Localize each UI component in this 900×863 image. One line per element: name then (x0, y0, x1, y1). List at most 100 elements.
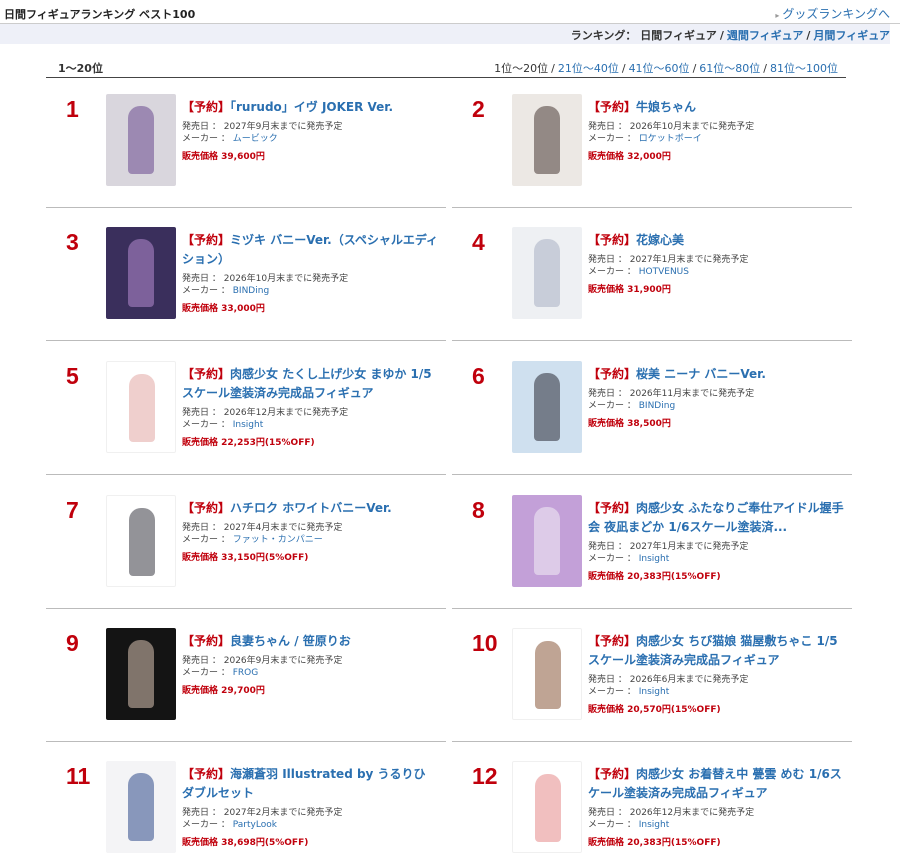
product-image[interactable] (512, 94, 582, 186)
price: 販売価格 32,000円 (588, 149, 846, 162)
maker-link[interactable]: FROG (233, 668, 259, 678)
product-image[interactable] (106, 361, 176, 453)
separator: / (719, 29, 724, 42)
maker: メーカー ： ファット・カンパニー (182, 534, 440, 546)
price: 販売価格 20,570円(15%OFF) (588, 702, 846, 715)
product-title-link[interactable]: 【予約】肉感少女 たくし上げ少女 まゆか 1/5スケール塗装済み完成品フィギュア (182, 367, 432, 400)
product-image[interactable] (512, 761, 582, 853)
product-title-link[interactable]: 【予約】ハチロク ホワイトバニーVer. (182, 501, 392, 515)
product-image[interactable] (106, 94, 176, 186)
maker-link[interactable]: BINDing (233, 286, 269, 296)
maker-link[interactable]: ムービック (233, 134, 278, 144)
price-label: 販売価格 (588, 705, 625, 715)
item-divider (452, 608, 852, 609)
reserve-tag: 【予約】 (588, 634, 637, 648)
price-value: 31,900円 (627, 285, 671, 295)
release-value: 2027年1月末までに発売予定 (629, 255, 749, 265)
reserve-tag: 【予約】 (182, 233, 231, 247)
item-divider (46, 340, 446, 341)
maker-link[interactable]: Insight (639, 687, 670, 697)
product-image[interactable] (512, 495, 582, 587)
pager-21-40[interactable]: 21位〜40位 (558, 62, 619, 75)
release-value: 2026年10月末までに発売予定 (629, 122, 755, 132)
product-meta: 発売日 ： 2026年11月末までに発売予定 メーカー ： BINDing (588, 388, 846, 412)
release-value: 2026年12月末までに発売予定 (223, 408, 349, 418)
product-meta: 発売日 ： 2027年1月末までに発売予定 メーカー ： HOTVENUS (588, 254, 846, 278)
maker-link[interactable]: ロケットボーイ (639, 134, 702, 144)
product-image[interactable] (106, 227, 176, 319)
ranking-item: 10 【予約】肉感少女 ちび猫娘 猫屋敷ちゃこ 1/5スケール塗装済み完成品フィ… (452, 614, 852, 742)
price-value: 22,253円(15%OFF) (221, 438, 315, 448)
product-title-link[interactable]: 【予約】肉感少女 ちび猫娘 猫屋敷ちゃこ 1/5スケール塗装済み完成品フィギュア (588, 634, 838, 667)
product-info: 【予約】肉感少女 ふたなりご奉仕アイドル握手会 夜凪まどか 1/6スケール塗装済… (588, 497, 846, 582)
product-image[interactable] (106, 761, 176, 853)
release-label: 発売日 ： (588, 675, 627, 685)
product-image[interactable] (512, 227, 582, 319)
product-meta: 発売日 ： 2027年1月末までに発売予定 メーカー ： Insight (588, 541, 846, 565)
maker-label: メーカー ： (182, 286, 230, 296)
item-divider (46, 474, 446, 475)
price-label: 販売価格 (182, 152, 219, 162)
item-divider (452, 340, 852, 341)
maker-link[interactable]: Insight (639, 554, 670, 564)
price-label: 販売価格 (588, 572, 625, 582)
product-title-link[interactable]: 【予約】肉感少女 ふたなりご奉仕アイドル握手会 夜凪まどか 1/6スケール塗装済… (588, 501, 844, 534)
price-value: 29,700円 (221, 686, 265, 696)
goods-ranking-link[interactable]: ▸ グッズランキングへ (775, 5, 890, 22)
ranking-item: 5 【予約】肉感少女 たくし上げ少女 まゆか 1/5スケール塗装済み完成品フィギ… (46, 347, 446, 475)
maker: メーカー ： PartyLook (182, 819, 440, 831)
product-info: 【予約】「rurudo」イヴ JOKER Ver. 発売日 ： 2027年9月末… (182, 96, 440, 162)
product-title-link[interactable]: 【予約】花嫁心美 (588, 233, 684, 247)
product-title-link[interactable]: 【予約】ミヅキ バニーVer.（スペシャルエディション） (182, 233, 438, 266)
product-image[interactable] (106, 628, 176, 720)
pager-61-80[interactable]: 61位〜80位 (699, 62, 760, 75)
maker-link[interactable]: Insight (639, 820, 670, 830)
tab-monthly[interactable]: 月間フィギュア (813, 29, 890, 42)
product-title-link[interactable]: 【予約】海瀬蒼羽 Illustrated by うるりひ ダブルセット (182, 767, 426, 800)
price: 販売価格 33,000円 (182, 301, 440, 314)
product-title-link[interactable]: 【予約】「rurudo」イヴ JOKER Ver. (182, 100, 393, 114)
tab-weekly[interactable]: 週間フィギュア (727, 29, 804, 42)
price: 販売価格 38,698円(5%OFF) (182, 835, 440, 848)
release-label: 発売日 ： (588, 389, 627, 399)
maker-link[interactable]: Insight (233, 420, 264, 430)
product-title: 「rurudo」イヴ JOKER Ver. (230, 100, 394, 114)
product-title-link[interactable]: 【予約】肉感少女 お着替え中 甍雲 めむ 1/6スケール塗装済み完成品フィギュア (588, 767, 842, 800)
product-image[interactable] (106, 495, 176, 587)
maker-link[interactable]: PartyLook (233, 820, 277, 830)
maker: メーカー ： FROG (182, 667, 440, 679)
separator: / (621, 62, 626, 75)
maker-link[interactable]: BINDing (639, 401, 675, 411)
pager-81-100[interactable]: 81位〜100位 (770, 62, 838, 75)
product-title-link[interactable]: 【予約】牛娘ちゃん (588, 100, 696, 114)
release-value: 2027年4月末までに発売予定 (223, 523, 343, 533)
maker-label: メーカー ： (182, 820, 230, 830)
maker-label: メーカー ： (588, 687, 636, 697)
product-title-link[interactable]: 【予約】桜美 ニーナ バニーVer. (588, 367, 766, 381)
maker: メーカー ： ロケットボーイ (588, 133, 846, 145)
ranking-item: 3 【予約】ミヅキ バニーVer.（スペシャルエディション） 発売日 ： 202… (46, 213, 446, 341)
item-divider (46, 741, 446, 742)
price-label: 販売価格 (182, 553, 219, 563)
figure-silhouette (535, 641, 561, 709)
reserve-tag: 【予約】 (588, 367, 637, 381)
maker-link[interactable]: HOTVENUS (639, 267, 689, 277)
release-date: 発売日 ： 2027年9月末までに発売予定 (182, 121, 440, 133)
product-image[interactable] (512, 628, 582, 720)
release-date: 発売日 ： 2027年1月末までに発売予定 (588, 254, 846, 266)
ranking-item: 6 【予約】桜美 ニーナ バニーVer. 発売日 ： 2026年11月末までに発… (452, 347, 852, 475)
pager-41-60[interactable]: 41位〜60位 (629, 62, 690, 75)
separator: / (763, 62, 767, 75)
price-value: 20,383円(15%OFF) (627, 572, 721, 582)
release-label: 発売日 ： (182, 122, 221, 132)
price-label: 販売価格 (182, 304, 219, 314)
ranking-item: 7 【予約】ハチロク ホワイトバニーVer. 発売日 ： 2027年4月末までに… (46, 481, 446, 609)
item-divider (46, 608, 446, 609)
product-image[interactable] (512, 361, 582, 453)
ranking-item: 1 【予約】「rurudo」イヴ JOKER Ver. 発売日 ： 2027年9… (46, 80, 446, 208)
maker-link[interactable]: ファット・カンパニー (233, 535, 323, 545)
product-title-link[interactable]: 【予約】良妻ちゃん / 笹原りお (182, 634, 351, 648)
product-info: 【予約】肉感少女 ちび猫娘 猫屋敷ちゃこ 1/5スケール塗装済み完成品フィギュア… (588, 630, 846, 715)
figure-silhouette (129, 374, 155, 442)
reserve-tag: 【予約】 (588, 767, 637, 781)
